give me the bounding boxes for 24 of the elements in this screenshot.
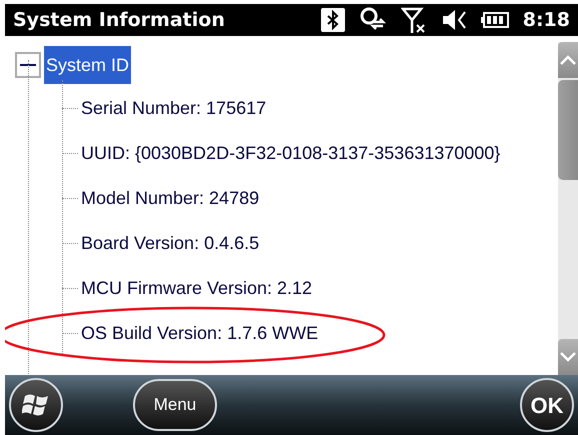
ok-button[interactable]: OK — [520, 378, 574, 432]
collapse-toggle[interactable] — [15, 52, 41, 78]
tree-node[interactable]: Serial Number: 175617 — [80, 95, 268, 122]
windows-flag-icon — [22, 392, 50, 418]
scroll-thumb[interactable] — [558, 80, 578, 180]
tree-node[interactable]: UUID: {0030BD2D-3F32-0108-3137-353631370000} — [80, 140, 502, 167]
window-title: System Information — [13, 8, 225, 33]
tree-node[interactable]: Model Number: 24789 — [80, 185, 260, 212]
chevron-down-icon — [560, 352, 576, 362]
battery-icon[interactable] — [480, 12, 509, 28]
tree-node[interactable]: System ID — [44, 46, 132, 84]
tree-node[interactable]: OS Build Version: 1.7.6 WWE — [80, 320, 320, 347]
start-button[interactable] — [9, 378, 63, 432]
menu-button[interactable]: Menu — [133, 379, 217, 431]
clock-time[interactable]: 8:18 — [522, 6, 570, 34]
scroll-down-button[interactable] — [558, 339, 578, 375]
tree-node[interactable]: Board Version: 0.4.6.5 — [80, 230, 260, 257]
speaker-muted-icon[interactable] — [440, 8, 467, 32]
chevron-up-icon — [560, 55, 576, 65]
no-signal-icon[interactable] — [400, 6, 427, 34]
tree-node[interactable]: MCU Firmware Version: 2.12 — [80, 275, 314, 302]
bluetooth-icon[interactable] — [320, 8, 345, 32]
scrollbar[interactable] — [558, 42, 578, 375]
scroll-up-button[interactable] — [558, 42, 578, 78]
